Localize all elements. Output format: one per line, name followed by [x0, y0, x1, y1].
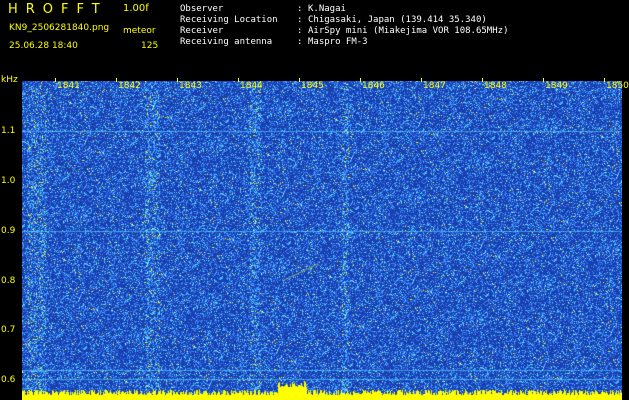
- y-tick-label: 1.0: [1, 176, 16, 186]
- info-value-antenna: Maspro FM-3: [308, 37, 368, 47]
- y-tick-label: 1.1: [1, 126, 16, 136]
- info-label-observer: Observer: [180, 4, 224, 14]
- x-tick-mark: [116, 78, 117, 82]
- x-tick-label: 1843: [179, 81, 202, 91]
- detection-mode: meteor: [123, 26, 156, 36]
- x-tick-label: 1842: [118, 81, 141, 91]
- x-tick-label: 1845: [301, 81, 324, 91]
- x-tick-mark: [55, 78, 56, 82]
- x-tick-label: 1847: [423, 81, 446, 91]
- y-tick-label: 0.7: [1, 325, 16, 335]
- x-tick-label: 1848: [484, 81, 507, 91]
- y-tick-label: 0.8: [1, 276, 16, 286]
- x-tick-mark: [604, 78, 605, 82]
- frequency-axis: 1.1 1.0 0.9 0.8 0.7 0.6: [0, 76, 22, 400]
- y-tick-label: 0.6: [1, 375, 16, 385]
- echo-count: 125: [141, 41, 159, 51]
- x-tick-mark: [543, 78, 544, 82]
- hrofft-window: HROFFT 1.00f KN9_2506281840.png meteor 2…: [0, 0, 629, 400]
- info-value-location: Chigasaki, Japan (139.414 35.340): [308, 15, 487, 25]
- app-version: 1.00f: [123, 3, 149, 14]
- app-logo: HROFFT: [8, 2, 108, 17]
- x-tick-label: 1850: [606, 81, 629, 91]
- x-tick-mark: [360, 78, 361, 82]
- file-name: KN9_2506281840.png: [9, 23, 110, 33]
- y-tick-label: 0.9: [1, 226, 16, 236]
- spectrogram-canvas: [22, 81, 622, 400]
- info-label-receiver: Receiver: [180, 26, 224, 36]
- x-tick-mark: [238, 78, 239, 82]
- info-value-observer: K.Nagai: [308, 4, 346, 14]
- info-label-location: Receiving Location: [180, 15, 278, 25]
- x-tick-mark: [299, 78, 300, 82]
- x-tick-label: 1844: [240, 81, 263, 91]
- info-colon: :: [297, 37, 303, 47]
- info-colon: :: [297, 26, 303, 36]
- info-colon: :: [297, 15, 303, 25]
- x-tick-label: 1841: [57, 81, 80, 91]
- x-tick-mark: [482, 78, 483, 82]
- x-tick-label: 1849: [545, 81, 568, 91]
- info-label-antenna: Receiving antenna: [180, 37, 273, 47]
- x-tick-label: 1846: [362, 81, 385, 91]
- capture-datetime: 25.06.28 18:40: [9, 41, 78, 51]
- info-value-receiver: AirSpy mini (Miakejima VOR 108.65MHz): [308, 26, 509, 36]
- info-colon: :: [297, 4, 303, 14]
- x-tick-mark: [177, 78, 178, 82]
- x-tick-mark: [421, 78, 422, 82]
